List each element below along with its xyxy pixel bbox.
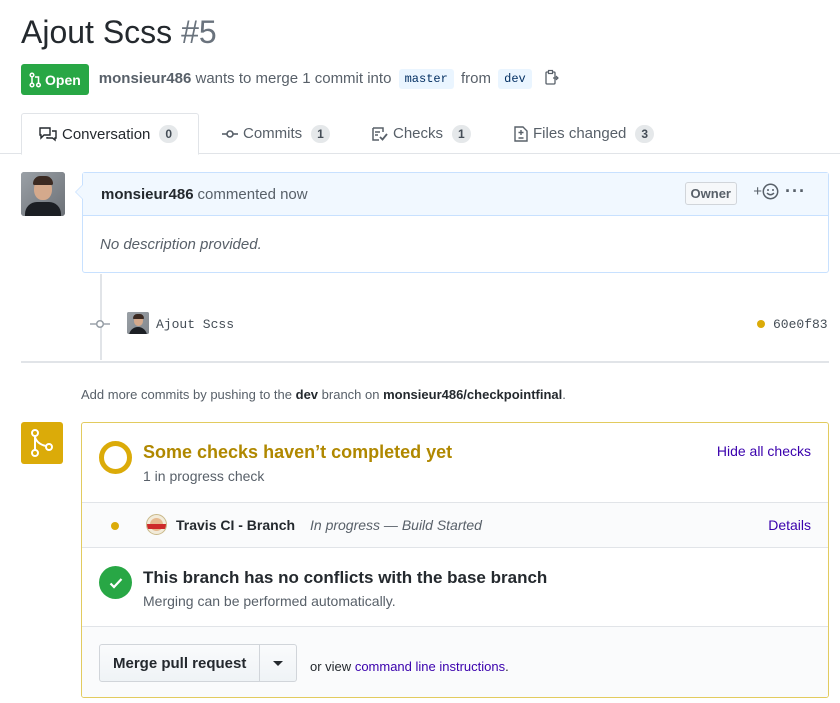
comment-author-link[interactable]: monsieur486 [101,186,194,203]
merge-method-dropdown[interactable] [260,645,296,681]
pending-ring-icon [99,441,132,474]
add-reaction-button[interactable]: + [753,183,779,200]
tab-files-changed[interactable]: Files changed 3 [514,113,655,154]
period-text: . [505,659,509,674]
tab-counter: 0 [159,125,179,143]
hint-middle: branch on [321,387,380,402]
tab-commits[interactable]: Commits 1 [222,113,330,154]
comment-more-button[interactable]: ··· [785,181,806,202]
merge-box: Some checks haven’t completed yet 1 in p… [81,422,829,698]
pr-author-link[interactable]: monsieur486 [99,70,192,87]
pr-comment: monsieur486 commented now Owner + ··· No… [75,172,829,273]
cli-instructions: or view command line instructions. [310,659,509,674]
add-reaction-plus: + [753,183,762,200]
tab-counter: 1 [311,124,330,143]
check-item: Travis CI - Branch In progress — Build S… [82,503,828,548]
conflicts-status: This branch has no conflicts with the ba… [82,548,828,627]
base-branch[interactable]: master [398,68,454,89]
comment-time[interactable]: commented now [198,186,308,203]
commit-message-link[interactable]: Ajout Scss [156,317,234,332]
timeline-divider [21,361,829,363]
head-branch[interactable]: dev [498,68,532,89]
hint-repo: monsieur486/checkpointfinal [383,387,563,402]
check-description: In progress — Build Started [310,517,482,533]
state-badge: Open [21,64,89,95]
pull-request-icon [29,71,41,88]
checks-summary: Some checks haven’t completed yet 1 in p… [82,423,828,503]
tab-label: Files changed [533,125,627,142]
checks-title: Some checks haven’t completed yet [143,442,453,462]
commit-author-avatar[interactable] [127,312,149,334]
hint-prefix: Add more commits by pushing to the [81,387,292,402]
comment-body: No description provided. [100,236,262,253]
checks-subtitle: 1 in progress check [143,468,265,484]
command-line-instructions-link[interactable]: command line instructions [355,659,505,674]
tab-label: Commits [243,125,303,142]
conflicts-title: This branch has no conflicts with the ba… [143,568,548,587]
git-merge-icon [21,422,63,464]
clipboard-copy-icon[interactable] [545,69,559,89]
tab-label: Conversation [62,125,151,143]
commit-status-pending-dot[interactable] [757,320,765,328]
from-text: from [460,69,491,87]
check-name: Travis CI - Branch [176,517,296,533]
tab-counter: 3 [635,124,655,143]
conflicts-subtitle: Merging can be performed automatically. [143,593,396,609]
git-commit-icon [90,317,110,333]
hint-suffix: . [562,387,566,402]
merge-text: wants to merge 1 commit into [195,69,392,87]
pr-title-text: Ajout Scss [21,14,173,50]
commit-row: Ajout Scss 60e0f83 [90,312,830,336]
push-hint: Add more commits by pushing to the dev b… [81,387,566,402]
caret-down-icon [273,660,284,666]
pending-status-dot [111,522,119,530]
state-label: Open [45,71,81,88]
check-circle-icon [99,566,132,599]
avatar[interactable] [21,172,65,216]
pr-number: #5 [181,14,217,50]
travis-ci-avatar [146,514,167,535]
hint-branch: dev [295,387,319,402]
owner-badge: Owner [684,182,737,205]
commit-sha-link[interactable]: 60e0f83 [773,317,828,332]
check-details-link[interactable]: Details [768,517,811,533]
or-view-text: or view [310,659,352,674]
tab-counter: 1 [452,124,471,143]
pr-title: Ajout Scss #5 [21,14,217,51]
pr-tabs: Conversation 0 Commits 1 Checks 1 Files … [0,113,840,155]
git-commit-icon [222,129,238,139]
hide-all-checks-link[interactable]: Hide all checks [717,443,811,459]
checklist-icon [372,126,388,142]
merge-actions: Merge pull request or view command line … [82,627,828,697]
tab-label: Checks [393,125,444,142]
merge-pull-request-button[interactable]: Merge pull request [100,645,261,681]
file-diff-icon [514,125,528,142]
smiley-icon [762,183,779,200]
tab-conversation[interactable]: Conversation 0 [21,113,199,155]
merge-description: monsieur486 wants to merge 1 commit into… [99,68,559,90]
tab-checks[interactable]: Checks 1 [372,113,471,154]
comment-discussion-icon [39,126,57,142]
pr-meta: Open monsieur486 wants to merge 1 commit… [21,64,559,95]
merge-button-group: Merge pull request [99,644,298,682]
